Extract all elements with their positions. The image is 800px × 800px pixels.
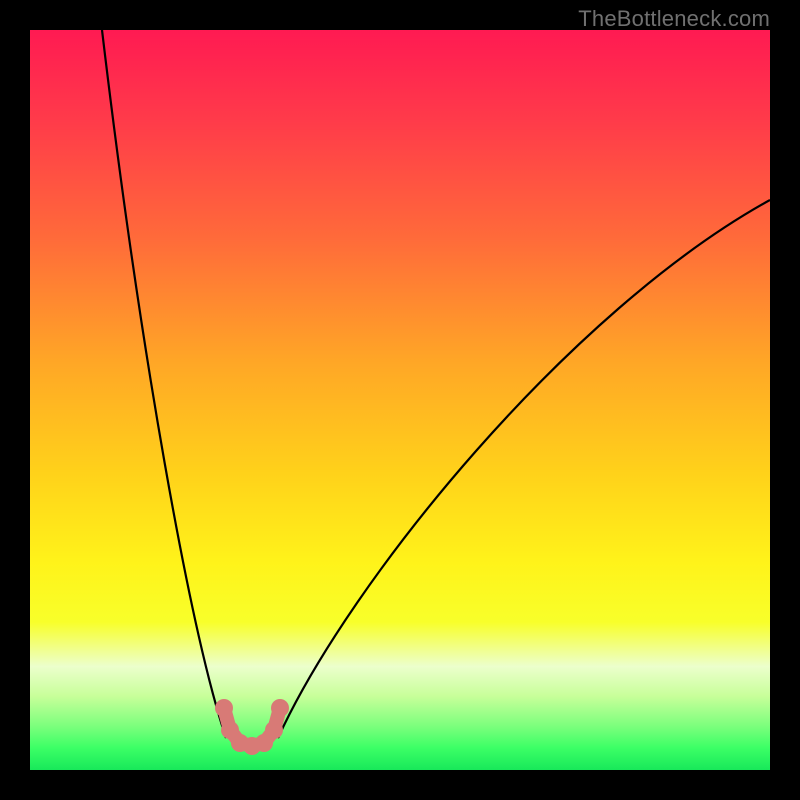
marker-dot [271,699,289,717]
chart-frame [30,30,770,770]
marker-dot [265,721,283,739]
chart-svg [30,30,770,770]
marker-dot [215,699,233,717]
curve-left-branch [102,30,226,738]
curve-right-branch [278,200,770,738]
watermark-text: TheBottleneck.com [578,6,770,32]
bottom-u-marker-dots [215,699,289,755]
